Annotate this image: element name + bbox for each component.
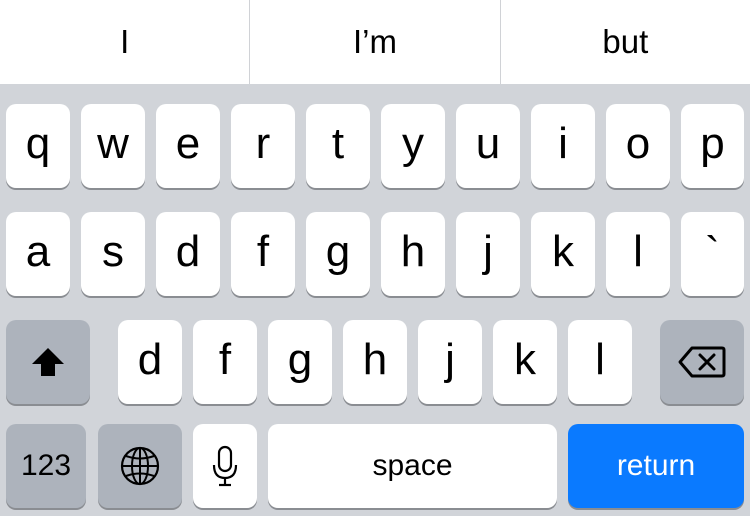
key-backtick[interactable]: ` (681, 212, 744, 296)
key-g[interactable]: g (268, 320, 332, 404)
suggestion-1[interactable]: I (0, 0, 249, 84)
shift-arrow-icon (30, 346, 66, 378)
key-q[interactable]: q (6, 104, 70, 188)
key-r[interactable]: r (231, 104, 295, 188)
key-d[interactable]: d (118, 320, 182, 404)
key-k[interactable]: k (531, 212, 595, 296)
keyboard: I I’m but q w e r t y u i o p a s d f g … (0, 0, 750, 516)
key-w[interactable]: w (81, 104, 145, 188)
key-d[interactable]: d (156, 212, 220, 296)
space-key[interactable]: space (268, 424, 557, 508)
key-h[interactable]: h (343, 320, 407, 404)
numbers-key-label: 123 (20, 449, 72, 482)
space-key-label: space (372, 449, 453, 482)
key-y[interactable]: y (381, 104, 445, 188)
globe-icon (119, 445, 161, 487)
key-t[interactable]: t (306, 104, 370, 188)
key-l[interactable]: l (606, 212, 670, 296)
globe-key[interactable] (98, 424, 182, 508)
key-l[interactable]: l (568, 320, 632, 404)
key-u[interactable]: u (456, 104, 520, 188)
suggestion-2[interactable]: I’m (250, 0, 499, 84)
key-s[interactable]: s (81, 212, 145, 296)
key-p[interactable]: p (681, 104, 744, 188)
return-key-label: return (616, 449, 696, 482)
shift-key[interactable] (6, 320, 90, 404)
key-g[interactable]: g (306, 212, 370, 296)
numbers-key[interactable]: 123 (6, 424, 86, 508)
key-i[interactable]: i (531, 104, 595, 188)
key-h[interactable]: h (381, 212, 445, 296)
key-j[interactable]: j (456, 212, 520, 296)
microphone-icon (211, 445, 239, 487)
key-a[interactable]: a (6, 212, 70, 296)
key-f[interactable]: f (193, 320, 257, 404)
return-key[interactable]: return (568, 424, 744, 508)
key-o[interactable]: o (606, 104, 670, 188)
dictation-key[interactable] (193, 424, 257, 508)
key-j[interactable]: j (418, 320, 482, 404)
delete-backspace-icon (678, 345, 726, 379)
key-e[interactable]: e (156, 104, 220, 188)
delete-key[interactable] (660, 320, 744, 404)
suggestion-bar: I I’m but (0, 0, 750, 84)
key-k[interactable]: k (493, 320, 557, 404)
key-f[interactable]: f (231, 212, 295, 296)
suggestion-3[interactable]: but (501, 0, 750, 84)
